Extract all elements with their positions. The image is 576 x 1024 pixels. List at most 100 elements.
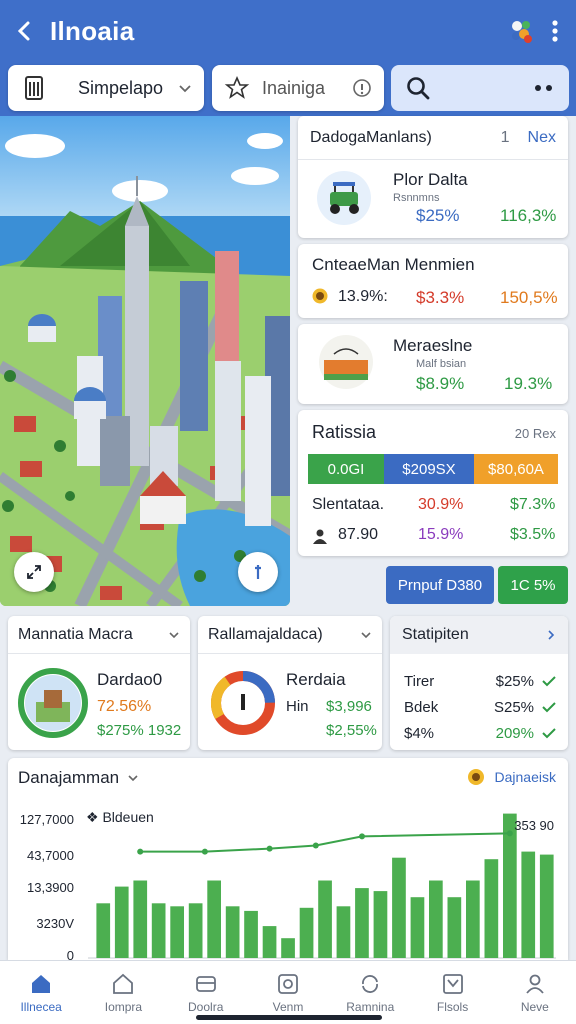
chart-bar[interactable] xyxy=(355,888,369,958)
primary-button[interactable]: Prnpuf D380 xyxy=(386,566,494,604)
landscape-icon xyxy=(319,335,373,389)
panel2-title: Rallamajaldaca) xyxy=(208,625,323,643)
y-tick-label: 0 xyxy=(67,948,74,960)
chart-bar[interactable] xyxy=(225,906,240,958)
panel3-row3-label: $4% xyxy=(404,724,435,742)
chart-line-point[interactable] xyxy=(137,848,144,855)
chart-line-point[interactable] xyxy=(506,830,513,837)
stats-row1-b: $7.3% xyxy=(510,496,556,513)
stats-row2-b: $3.5% xyxy=(510,526,556,543)
page-title: Ilnoaia xyxy=(50,15,135,46)
chart-line-point[interactable] xyxy=(201,848,208,855)
panel-2[interactable]: Rallamajaldaca) Rerdaia Hin $3,996 $2,55… xyxy=(198,616,382,750)
nav-label: Venm xyxy=(272,999,304,1014)
panel2-name: Rerdaia xyxy=(286,670,346,689)
stats-row1-a: 30.9% xyxy=(418,496,464,513)
chart-title: Danajamman xyxy=(18,768,120,787)
card1-next-link[interactable]: Nex xyxy=(528,129,556,147)
filter-dropdown[interactable]: Simpelapo xyxy=(8,65,204,111)
card3-value-2: 19.3% xyxy=(504,374,553,393)
chart-bar[interactable] xyxy=(188,903,203,958)
panel3-row: $4% 209% xyxy=(404,720,556,746)
chevron-down-icon xyxy=(128,775,138,782)
chart-bar[interactable] xyxy=(373,891,388,958)
stats-meta: 20 Rex xyxy=(514,426,556,441)
card1-subtitle: Rsnnmns xyxy=(393,192,440,204)
stats-seg-1[interactable]: 0.0GI xyxy=(308,454,384,484)
panel3-row2-value: S25% xyxy=(493,698,534,716)
chart-title-dropdown[interactable]: Danajamman xyxy=(18,768,139,788)
chart-bar[interactable] xyxy=(410,897,425,958)
panel2-key: Hin xyxy=(286,698,309,715)
stats-segment-bar: 0.0GI $209SX $80,60A xyxy=(308,454,558,484)
chart-bar[interactable] xyxy=(336,906,351,958)
chart-line-point[interactable] xyxy=(359,833,365,840)
chart-bar[interactable] xyxy=(392,857,406,958)
stats-seg-3[interactable]: $80,60A xyxy=(474,454,558,484)
chart-bar[interactable] xyxy=(281,938,295,958)
chart-line-point[interactable] xyxy=(312,842,319,849)
data-card-2[interactable]: CnteaeMan Menmien 13.9%: $3.3% 150,5% xyxy=(298,244,568,318)
panel-1[interactable]: Mannatia Macra Dardao0 72.56% $275% 1932 xyxy=(8,616,190,750)
data-card-3[interactable]: Meraeslne Malf bsian $8.9% 19.3% xyxy=(298,324,568,404)
card3-value-1: $8.9% xyxy=(416,374,465,393)
palette-icon[interactable] xyxy=(508,18,534,44)
chart-bar[interactable] xyxy=(318,880,332,959)
secondary-button[interactable]: 1C 5% xyxy=(498,566,568,604)
panel-3[interactable]: Statipiten Tirer $25% Bdek S25% $4% 209% xyxy=(390,616,568,750)
chart-bar[interactable] xyxy=(299,907,314,958)
nav-item-6[interactable]: Flsols xyxy=(411,961,493,1024)
layer-dropdown[interactable]: Inainiga xyxy=(212,65,384,111)
search-bar[interactable] xyxy=(391,65,569,111)
nav-item-7[interactable]: Neve xyxy=(494,961,576,1024)
info-icon[interactable] xyxy=(352,78,372,98)
chart-bar[interactable] xyxy=(262,926,277,958)
y-tick-label: 13,3900 xyxy=(27,880,74,895)
stats-row1-label: Slentataa. xyxy=(312,496,385,513)
card3-subtitle: Malf bsian xyxy=(416,358,467,370)
panel3-row: Tirer $25% xyxy=(404,668,556,694)
user-icon xyxy=(526,974,544,994)
back-button[interactable] xyxy=(0,0,50,62)
chart-bar[interactable] xyxy=(151,903,166,958)
y-tick-label: 43,7000 xyxy=(27,848,74,863)
more-vert-icon[interactable] xyxy=(552,19,558,43)
nav-label: Illnecea xyxy=(20,999,62,1014)
stats-seg-2[interactable]: $209SX xyxy=(384,454,474,484)
chevron-down-icon xyxy=(179,85,191,93)
nav-label: Flsols xyxy=(436,999,469,1014)
data-card-1[interactable]: DadogaManlans) 1 Nex Plor Dalta Rsnnmns … xyxy=(298,116,568,238)
card1-value-1: $25% xyxy=(416,206,460,225)
chart-bar[interactable] xyxy=(170,906,184,958)
map-fullscreen-button[interactable] xyxy=(14,552,54,592)
filter-label: Simpelapo xyxy=(78,77,164,98)
chart-line-point[interactable] xyxy=(266,845,273,852)
chart-bar[interactable] xyxy=(114,886,129,958)
city-map[interactable] xyxy=(0,116,290,606)
chart-line-series xyxy=(140,832,510,853)
nav-label: Ramnina xyxy=(346,999,395,1014)
nav-label: Iompra xyxy=(104,999,143,1014)
chart-link[interactable]: Dajnaeisk xyxy=(467,768,556,786)
chart-bar[interactable] xyxy=(244,910,258,958)
chart-bar[interactable] xyxy=(429,880,443,959)
expand-icon xyxy=(27,565,41,579)
chart-bar[interactable] xyxy=(447,897,462,958)
chart-bar[interactable] xyxy=(96,903,111,958)
card1-count: 1 xyxy=(500,128,510,146)
chart-bar[interactable] xyxy=(133,880,148,959)
chart-bar[interactable] xyxy=(207,880,221,959)
nav-item-home[interactable]: Illnecea xyxy=(0,961,82,1024)
chart-peak-label: 353 90 xyxy=(514,818,554,833)
chart-bar[interactable] xyxy=(539,854,554,958)
chart-bar[interactable] xyxy=(466,880,480,959)
nav-item-2[interactable]: Iompra xyxy=(82,961,164,1024)
refresh-icon xyxy=(362,974,379,993)
chart-card: Danajamman Dajnaeisk 127,7000 43,7000 13,3… xyxy=(8,758,568,960)
more-horiz-icon[interactable] xyxy=(533,84,555,92)
map-locate-button[interactable] xyxy=(238,552,278,592)
chevron-right-icon[interactable] xyxy=(546,629,556,641)
chart-bar[interactable] xyxy=(484,859,499,958)
card1-title: DadogaManlans) xyxy=(310,128,432,146)
chart-bar[interactable] xyxy=(521,851,536,958)
